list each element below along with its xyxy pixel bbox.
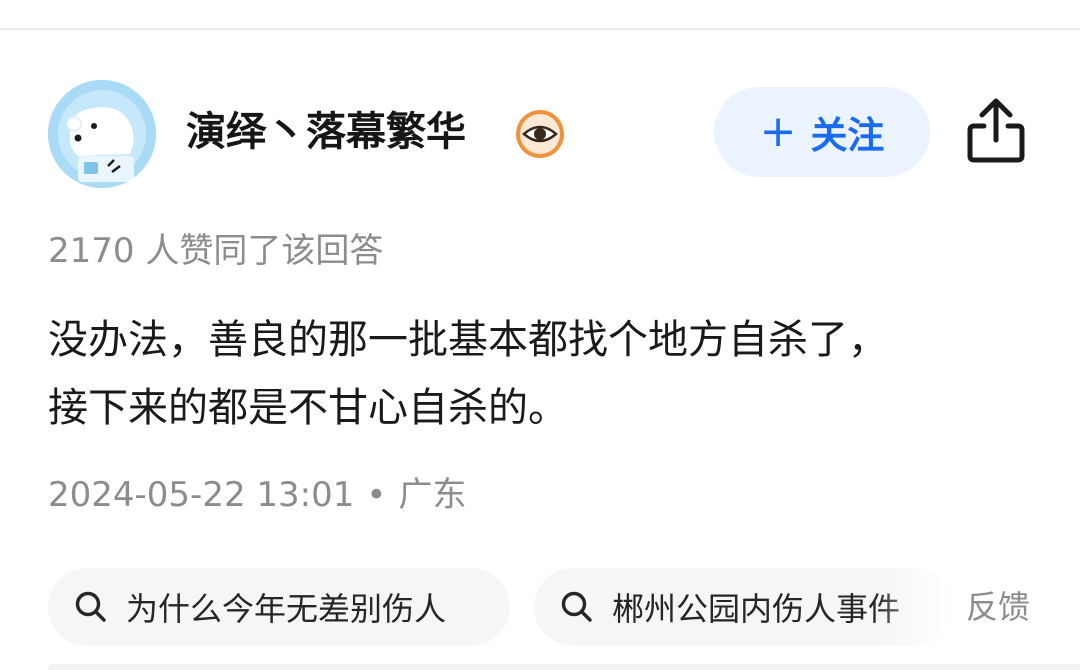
share-icon[interactable]	[964, 96, 1028, 168]
answer-location: 广东	[398, 475, 467, 515]
author-name[interactable]: 演绎丶落幕繁华	[186, 104, 466, 160]
related-search-chip[interactable]: 为什么今年无差别伤人	[48, 568, 510, 646]
feedback-link[interactable]: 反馈	[966, 584, 1030, 630]
upvote-count: 2170 人赞同了该回答	[48, 231, 384, 271]
follow-label: 关注	[810, 114, 885, 157]
next-card-edge	[48, 664, 1080, 670]
answer-meta: 2024-05-22 13:01 • 广东	[48, 470, 466, 520]
plus-icon: +	[759, 106, 797, 157]
polar-bear-avatar-icon	[48, 80, 156, 188]
answer-line: 接下来的都是不甘心自杀的。	[48, 385, 568, 431]
answer-line: 没办法，善良的那一批基本都找个地方自杀了，	[48, 317, 888, 363]
follow-button[interactable]: + 关注	[714, 87, 930, 177]
meta-separator: •	[366, 475, 387, 515]
related-search-label: 为什么今年无差别伤人	[126, 590, 447, 628]
answer-date: 2024-05-22 13:01	[48, 475, 355, 515]
author-avatar[interactable]	[48, 80, 156, 188]
top-divider	[0, 28, 1080, 30]
search-icon	[561, 591, 592, 622]
related-search-label: 郴州公园内伤人事件	[612, 590, 901, 628]
eye-icon	[514, 108, 566, 160]
chip-fade-overlay	[874, 568, 954, 646]
search-icon	[75, 591, 106, 622]
answer-content: 没办法，善良的那一批基本都找个地方自杀了， 接下来的都是不甘心自杀的。	[48, 306, 1038, 442]
related-search-chip[interactable]: 郴州公园内伤人事件	[534, 568, 954, 646]
